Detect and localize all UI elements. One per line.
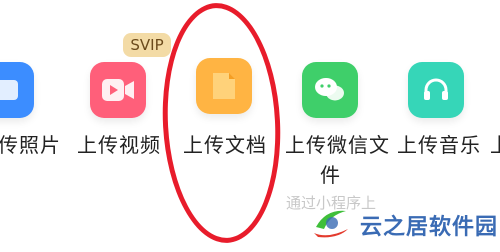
watermark-text: 云之居软件园 [360,215,499,240]
red-circle-annotation [156,0,287,246]
upload-music-label: 上传音乐 [397,133,481,157]
upload-wechat-file-label-line2: 件 [320,163,341,187]
svip-badge: SVIP [123,33,171,57]
upload-wechat-file-label-line1: 上传微信文 [285,133,390,157]
upload-video-label: 上传视频 [77,133,161,157]
photo-icon [0,62,34,118]
headphones-icon [408,62,464,118]
next-upload-label: 上 [490,130,500,160]
video-camera-icon [90,62,146,118]
wechat-icon [302,62,358,118]
watermark: 云之居软件园 [312,205,498,245]
watermark-logo-icon [312,205,352,245]
upload-photo-label: 传照片 [0,133,61,157]
